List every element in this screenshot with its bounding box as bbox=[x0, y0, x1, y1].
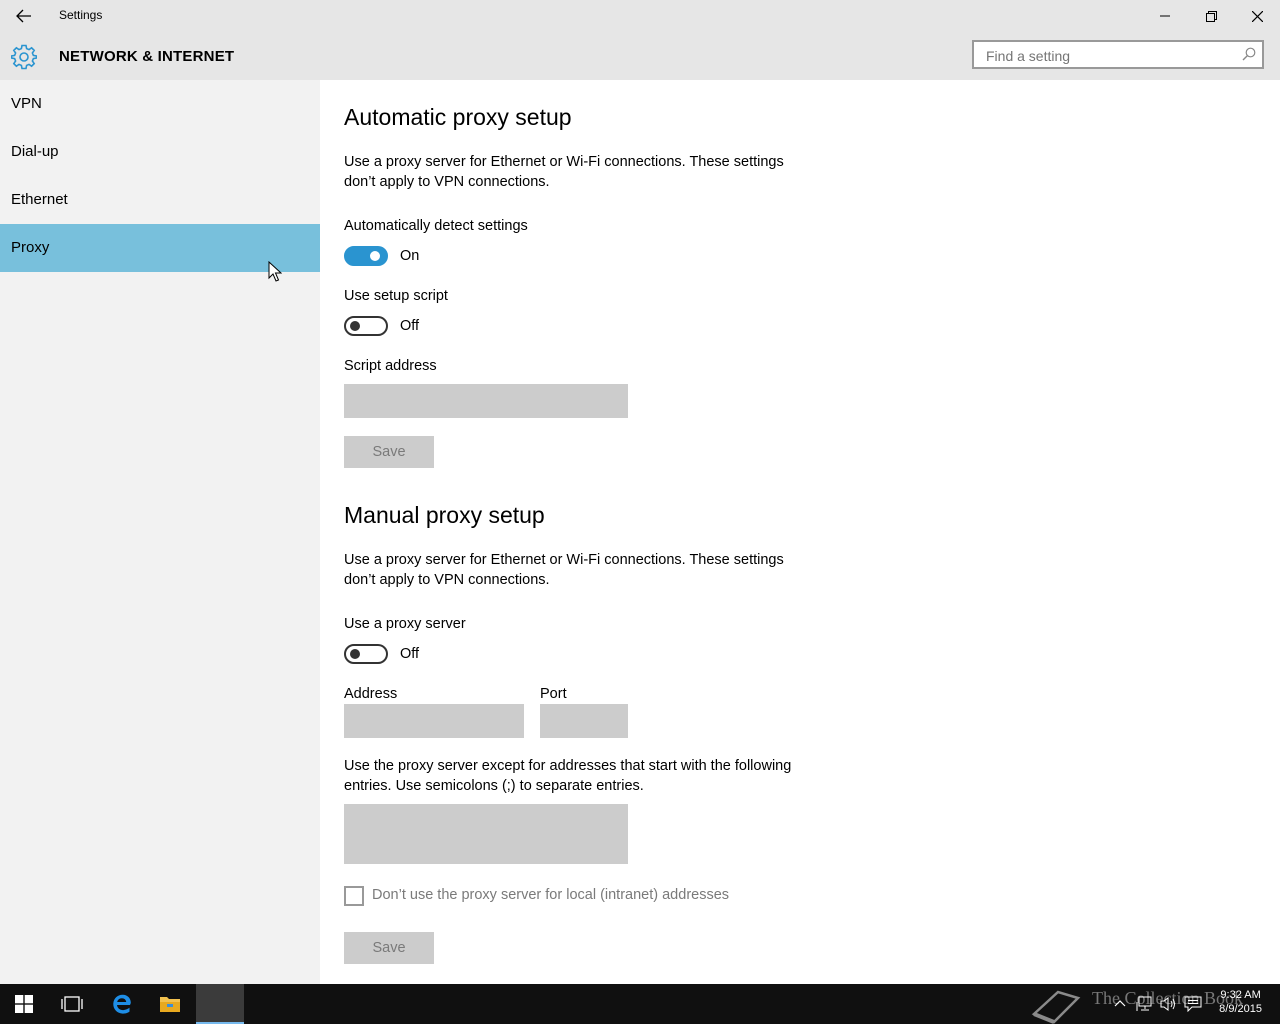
automatic-proxy-heading: Automatic proxy setup bbox=[344, 104, 572, 130]
use-proxy-toggle[interactable] bbox=[344, 644, 388, 664]
gear-icon bbox=[11, 44, 37, 70]
edge-browser-button[interactable] bbox=[98, 984, 146, 1024]
setup-script-state: Off bbox=[400, 318, 420, 334]
action-center-icon[interactable] bbox=[1184, 996, 1202, 1012]
minimize-icon bbox=[1160, 15, 1170, 17]
setup-script-toggle[interactable] bbox=[344, 316, 388, 336]
task-view-icon bbox=[61, 996, 83, 1012]
manual-proxy-description: Use a proxy server for Ethernet or Wi-Fi… bbox=[344, 552, 784, 588]
settings-header: NETWORK & INTERNET bbox=[0, 32, 1280, 80]
detect-settings-toggle[interactable] bbox=[344, 246, 388, 266]
book-watermark-icon bbox=[1031, 990, 1081, 1024]
main-content: Automatic proxy setup Use a proxy server… bbox=[320, 80, 1280, 984]
title-bar: Settings bbox=[0, 0, 1280, 32]
local-addresses-checkbox[interactable] bbox=[344, 886, 364, 906]
volume-icon[interactable] bbox=[1160, 996, 1178, 1012]
search-box[interactable] bbox=[972, 40, 1264, 69]
save-manual-button[interactable]: Save bbox=[344, 932, 434, 964]
script-address-label: Script address bbox=[344, 358, 437, 374]
detect-settings-state: On bbox=[400, 248, 420, 264]
edge-browser-icon bbox=[113, 994, 131, 1014]
settings-taskbar-button[interactable] bbox=[196, 984, 244, 1024]
detect-settings-label: Automatically detect settings bbox=[344, 218, 528, 234]
window-title: Settings bbox=[59, 8, 103, 22]
restore-icon bbox=[1205, 10, 1217, 22]
sidebar-item-label: Proxy bbox=[11, 239, 50, 256]
page-title: NETWORK & INTERNET bbox=[59, 48, 235, 65]
close-icon bbox=[1251, 10, 1263, 22]
sidebar-item-dial-up[interactable]: Dial-up bbox=[0, 128, 320, 176]
minimize-button[interactable] bbox=[1142, 0, 1188, 32]
toggle-knob bbox=[370, 251, 380, 261]
use-proxy-state: Off bbox=[400, 646, 420, 662]
port-label: Port bbox=[540, 686, 567, 702]
proxy-address-input[interactable] bbox=[344, 704, 524, 738]
folder-icon bbox=[160, 997, 180, 1012]
setup-script-label: Use setup script bbox=[344, 288, 448, 304]
task-view-button[interactable] bbox=[48, 984, 96, 1024]
search-input[interactable] bbox=[984, 42, 1238, 69]
sidebar-item-label: Dial-up bbox=[11, 143, 59, 160]
script-address-input[interactable] bbox=[344, 384, 628, 418]
search-icon[interactable] bbox=[1242, 47, 1256, 61]
mouse-cursor-icon bbox=[268, 261, 282, 282]
toggle-knob bbox=[350, 649, 360, 659]
manual-proxy-heading: Manual proxy setup bbox=[344, 502, 545, 528]
use-proxy-label: Use a proxy server bbox=[344, 616, 466, 632]
sidebar-item-label: VPN bbox=[11, 95, 42, 112]
back-button[interactable] bbox=[10, 4, 38, 28]
chevron-up-icon[interactable] bbox=[1114, 998, 1126, 1008]
start-button[interactable] bbox=[0, 984, 48, 1024]
save-script-button[interactable]: Save bbox=[344, 436, 434, 468]
proxy-port-input[interactable] bbox=[540, 704, 628, 738]
sidebar-item-vpn[interactable]: VPN bbox=[0, 80, 320, 128]
network-icon[interactable] bbox=[1136, 996, 1152, 1012]
sidebar: VPN Dial-up Ethernet Proxy bbox=[0, 80, 320, 984]
address-label: Address bbox=[344, 686, 398, 702]
exceptions-description: Use the proxy server except for addresse… bbox=[344, 758, 792, 794]
taskbar: The Collection Book 9:32 AM 8/9/2015 bbox=[0, 984, 1280, 1024]
sidebar-item-label: Ethernet bbox=[11, 191, 68, 208]
file-explorer-button[interactable] bbox=[146, 984, 194, 1024]
windows-logo-icon bbox=[15, 995, 33, 1013]
clock[interactable]: 9:32 AM 8/9/2015 bbox=[1219, 988, 1262, 1016]
sidebar-item-ethernet[interactable]: Ethernet bbox=[0, 176, 320, 224]
local-addresses-label: Don’t use the proxy server for local (in… bbox=[372, 887, 730, 903]
toggle-knob bbox=[350, 321, 360, 331]
exceptions-input[interactable] bbox=[344, 804, 628, 864]
clock-time: 9:32 AM bbox=[1220, 989, 1261, 1001]
clock-date: 8/9/2015 bbox=[1219, 1003, 1262, 1015]
restore-button[interactable] bbox=[1188, 0, 1234, 32]
back-arrow-icon bbox=[16, 9, 31, 23]
automatic-proxy-description: Use a proxy server for Ethernet or Wi-Fi… bbox=[344, 154, 784, 190]
close-button[interactable] bbox=[1234, 0, 1280, 32]
